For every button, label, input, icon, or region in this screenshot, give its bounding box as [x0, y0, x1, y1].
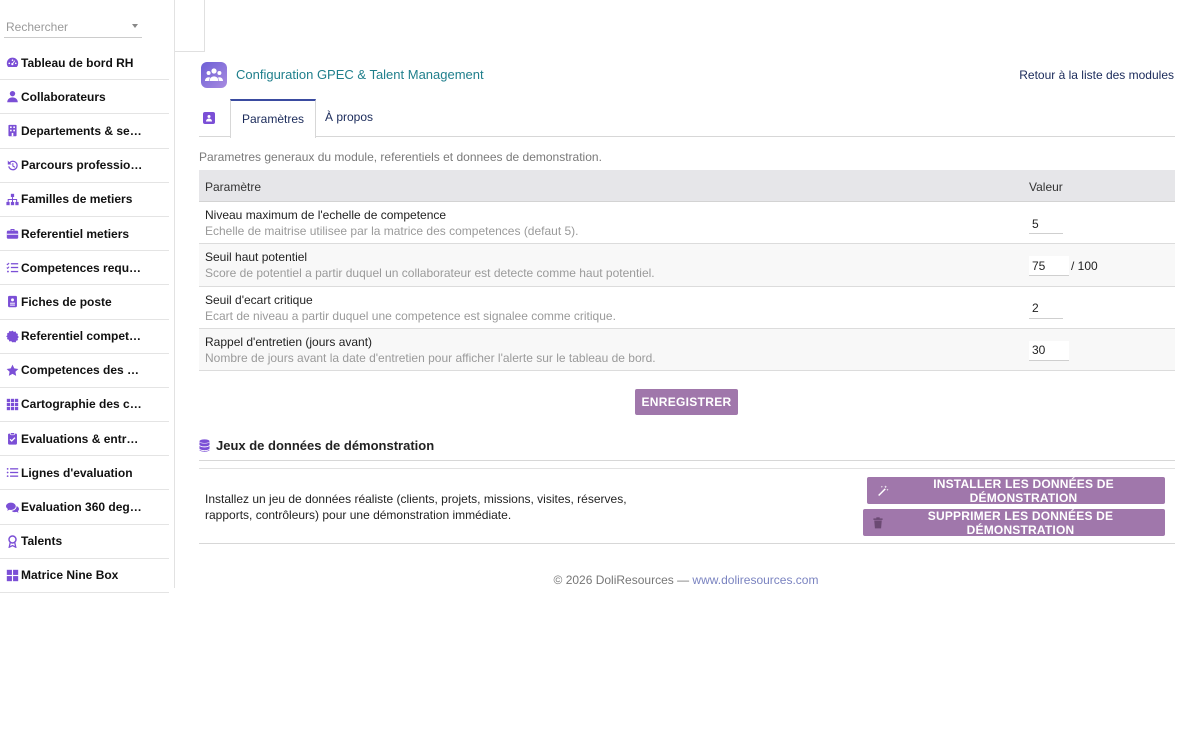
building-icon [6, 124, 19, 137]
copyright-text: © 2026 DoliResources — [553, 573, 693, 587]
grid-icon [6, 398, 19, 411]
high-potential-threshold-input[interactable] [1029, 256, 1069, 277]
trash-icon [873, 516, 883, 529]
delete-demo-button[interactable]: SUPPRIMER LES DONNÉES DE DÉMONSTRATION [863, 508, 1165, 537]
search-input[interactable] [4, 18, 124, 36]
param-suffix: / 100 [1071, 259, 1098, 274]
sidebar-item-tableau-de-bord[interactable]: Tableau de bord RH [0, 46, 169, 81]
tab-a-propos[interactable]: À propos [314, 99, 384, 137]
sidebar-item-label: Competences des collaborateurs [21, 363, 144, 378]
table-row: Seuil d'ecart critique Ecart de niveau a… [199, 287, 1175, 329]
param-description: Echelle de maitrise utilisee par la matr… [205, 224, 579, 238]
sidebar-item-label: Evaluation 360 degres [21, 500, 144, 515]
footer-website-link[interactable]: www.doliresources.com [692, 573, 818, 587]
sidebar-item-fiches-poste[interactable]: Fiches de poste [0, 285, 169, 320]
max-level-input[interactable] [1029, 214, 1063, 234]
sidebar-item-label: Referentiel competences [21, 329, 144, 344]
comments-icon [6, 501, 19, 514]
install-demo-label: INSTALLER LES DONNÉES DE DÉMONSTRATION [933, 476, 1114, 505]
param-description: Score de potentiel a partir duquel un co… [205, 266, 655, 281]
sidebar-item-lignes-evaluation[interactable]: Lignes d'evaluation [0, 456, 169, 491]
database-icon [199, 439, 210, 455]
award-icon [6, 534, 19, 548]
demo-description: Installez un jeu de données réaliste (cl… [205, 492, 627, 522]
delete-demo-label: SUPPRIMER LES DONNÉES DE DÉMONSTRATION [927, 508, 1114, 537]
sidebar-item-label: Talents [21, 534, 63, 549]
sidebar-item-label: Familles de metiers [21, 192, 133, 207]
user-icon [6, 90, 19, 103]
sidebar-item-departements[interactable]: Departements & services [0, 114, 169, 149]
sidebar-item-referentiel-metiers[interactable]: Referentiel metiers [0, 217, 169, 252]
param-description: Ecart de niveau a partir duquel une comp… [205, 308, 616, 323]
params-table: Paramètre Valeur Niveau maximum de l'ech… [199, 170, 1175, 372]
table-header: Paramètre Valeur [199, 170, 1175, 202]
list-icon [6, 466, 19, 479]
page-title: Configuration GPEC & Talent Management [236, 67, 484, 82]
sidebar-item-label: Fiches de poste [21, 294, 112, 309]
history-icon [6, 159, 19, 172]
magic-wand-icon [877, 484, 889, 497]
sidebar-item-evaluation-360[interactable]: Evaluation 360 degres [0, 490, 169, 525]
footer: © 2026 DoliResources — www.doliresources… [0, 573, 1200, 587]
sidebar-item-talents[interactable]: Talents [0, 525, 169, 559]
sidebar-item-parcours[interactable]: Parcours professionnels [0, 149, 169, 183]
critical-gap-input[interactable] [1029, 298, 1063, 319]
param-label: Niveau maximum de l'echelle de competenc… [205, 208, 447, 222]
list-check-icon [6, 261, 19, 274]
sidebar-item-label: Collaborateurs [21, 89, 106, 104]
param-label: Seuil d'ecart critique [205, 292, 313, 307]
chevron-down-icon[interactable] [132, 24, 138, 28]
demo-section-header: Jeux de données de démonstration [199, 437, 1175, 461]
sidebar-toggle[interactable] [175, 0, 205, 52]
param-label: Seuil haut potentiel [205, 250, 308, 265]
reminder-days-input[interactable] [1029, 340, 1069, 361]
dashboard-icon [6, 56, 19, 69]
badge-icon [6, 330, 19, 343]
param-description: Nombre de jours avant la date d'entretie… [205, 350, 656, 365]
sidebar-item-label: Competences requises [21, 260, 144, 275]
clipboard-check-icon [6, 432, 19, 445]
sidebar-item-familles-metiers[interactable]: Familles de metiers [0, 183, 169, 217]
search-box[interactable] [4, 18, 142, 38]
column-header-parametre: Paramètre [205, 180, 262, 194]
back-to-modules-link[interactable]: Retour à la liste des modules [1019, 68, 1174, 82]
sidebar-item-label: Cartographie des competences [21, 397, 144, 412]
sidebar-item-competences-collaborateurs[interactable]: Competences des collaborateurs [0, 354, 169, 388]
sidebar: Tableau de bord RH Collaborateurs Depart… [0, 0, 175, 593]
params-subtitle: Parametres generaux du module, referenti… [199, 150, 602, 164]
demo-section-title: Jeux de données de démonstration [216, 438, 435, 453]
column-header-valeur: Valeur [1029, 180, 1063, 194]
sidebar-item-label: Referentiel metiers [21, 226, 130, 241]
briefcase-icon [6, 227, 19, 240]
sidebar-item-competences-requises[interactable]: Competences requises [0, 251, 169, 286]
tab-parametres[interactable]: Paramètres [230, 99, 317, 138]
sidebar-item-label: Lignes d'evaluation [21, 465, 133, 480]
star-icon [6, 364, 19, 377]
module-users-icon [201, 62, 227, 88]
install-demo-button[interactable]: INSTALLER LES DONNÉES DE DÉMONSTRATION [867, 476, 1165, 505]
sidebar-item-evaluations[interactable]: Evaluations & entretiens [0, 422, 169, 457]
table-row: Rappel d'entretien (jours avant) Nombre … [199, 328, 1175, 372]
sidebar-item-cartographie[interactable]: Cartographie des competences [0, 388, 169, 423]
param-label: Rappel d'entretien (jours avant) [205, 334, 373, 349]
demo-box: Installez un jeu de données réaliste (cl… [199, 468, 1175, 544]
sidebar-menu: Tableau de bord RH Collaborateurs Depart… [0, 46, 169, 593]
sidebar-item-label: Evaluations & entretiens [21, 431, 144, 446]
sitemap-icon [6, 193, 19, 206]
sidebar-item-label: Departements & services [21, 123, 144, 138]
table-row: Seuil haut potentiel Score de potentiel … [199, 244, 1175, 287]
save-button[interactable]: ENREGISTRER [635, 389, 738, 415]
sidebar-item-label: Parcours professionnels [21, 158, 144, 173]
module-tab-icon[interactable] [203, 112, 215, 124]
sidebar-item-referentiel-competences[interactable]: Referentiel competences [0, 320, 169, 354]
id-card-icon [6, 295, 19, 308]
table-row: Niveau maximum de l'echelle de competenc… [199, 202, 1175, 245]
sidebar-item-label: Tableau de bord RH [21, 55, 134, 70]
tabs-bar: Paramètres À propos [199, 99, 1175, 138]
sidebar-item-collaborateurs[interactable]: Collaborateurs [0, 80, 169, 115]
